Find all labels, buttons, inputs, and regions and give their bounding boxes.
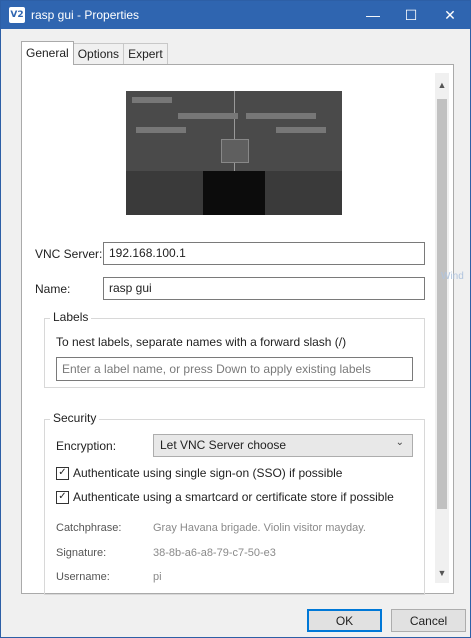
scroll-down-icon[interactable]: ▼ <box>435 565 449 581</box>
tab-general[interactable]: General <box>21 41 74 65</box>
maximize-button[interactable]: ☐ <box>392 1 430 29</box>
chevron-down-icon: ⌄ <box>395 437 404 448</box>
window-controls: — ☐ ✕ <box>354 1 470 29</box>
preview-icon-row <box>276 127 326 133</box>
vnc-server-label: VNC Server: <box>35 247 103 261</box>
signature-label: Signature: <box>56 547 107 559</box>
background-window-text: Wind <box>441 271 464 282</box>
name-label: Name: <box>35 282 71 296</box>
username-value: pi <box>153 571 162 583</box>
sso-checkbox-row[interactable]: ✓ Authenticate using single sign-on (SSO… <box>56 466 342 480</box>
minimize-button[interactable]: — <box>354 1 392 29</box>
name-input[interactable]: rasp gui <box>103 277 425 300</box>
security-group-title: Security <box>50 411 100 425</box>
preview-icon-row <box>136 127 186 133</box>
preview-icon-row <box>246 113 316 119</box>
close-button[interactable]: ✕ <box>430 1 470 29</box>
window-title: rasp gui - Properties <box>31 8 140 22</box>
cancel-button[interactable]: Cancel <box>391 609 466 632</box>
desktop-preview-thumbnail <box>126 91 342 215</box>
catchphrase-value: Gray Havana brigade. Violin visitor mayd… <box>153 522 366 534</box>
preview-terminal <box>203 171 265 215</box>
sso-checkbox[interactable]: ✓ <box>56 466 69 480</box>
encryption-label: Encryption: <box>56 439 117 453</box>
preview-icon-row <box>178 113 238 119</box>
labels-hint: To nest labels, separate names with a fo… <box>56 335 347 349</box>
title-bar[interactable]: V2 rasp gui - Properties — ☐ ✕ <box>1 1 470 29</box>
labels-group-title: Labels <box>50 310 92 324</box>
vnc-server-input[interactable]: 192.168.100.1 <box>103 242 425 265</box>
tab-expert[interactable]: Expert <box>123 43 168 65</box>
preview-window <box>221 139 249 163</box>
catchphrase-label: Catchphrase: <box>56 522 122 534</box>
smartcard-checkbox-row[interactable]: ✓ Authenticate using a smartcard or cert… <box>56 490 394 504</box>
encryption-select[interactable]: Let VNC Server choose ⌄ <box>153 434 413 457</box>
ok-button[interactable]: OK <box>307 609 382 632</box>
smartcard-checkbox-label: Authenticate using a smartcard or certif… <box>73 490 394 504</box>
sso-checkbox-label: Authenticate using single sign-on (SSO) … <box>73 466 343 480</box>
tab-options[interactable]: Options <box>72 43 125 65</box>
encryption-select-value: Let VNC Server choose <box>160 438 287 452</box>
scroll-up-icon[interactable]: ▲ <box>435 77 449 93</box>
properties-window: V2 rasp gui - Properties — ☐ ✕ General O… <box>0 0 471 638</box>
signature-value: 38-8b-a6-a8-79-c7-50-e3 <box>153 547 276 559</box>
username-label: Username: <box>56 571 110 583</box>
preview-icon-row <box>132 97 172 103</box>
label-input[interactable]: Enter a label name, or press Down to app… <box>56 357 413 381</box>
scroll-thumb[interactable] <box>437 99 447 509</box>
tab-strip: General Options Expert <box>21 41 168 65</box>
vertical-scrollbar[interactable]: ▲ ▼ <box>435 73 449 583</box>
smartcard-checkbox[interactable]: ✓ <box>56 490 69 504</box>
vnc-viewer-icon: V2 <box>9 7 25 23</box>
